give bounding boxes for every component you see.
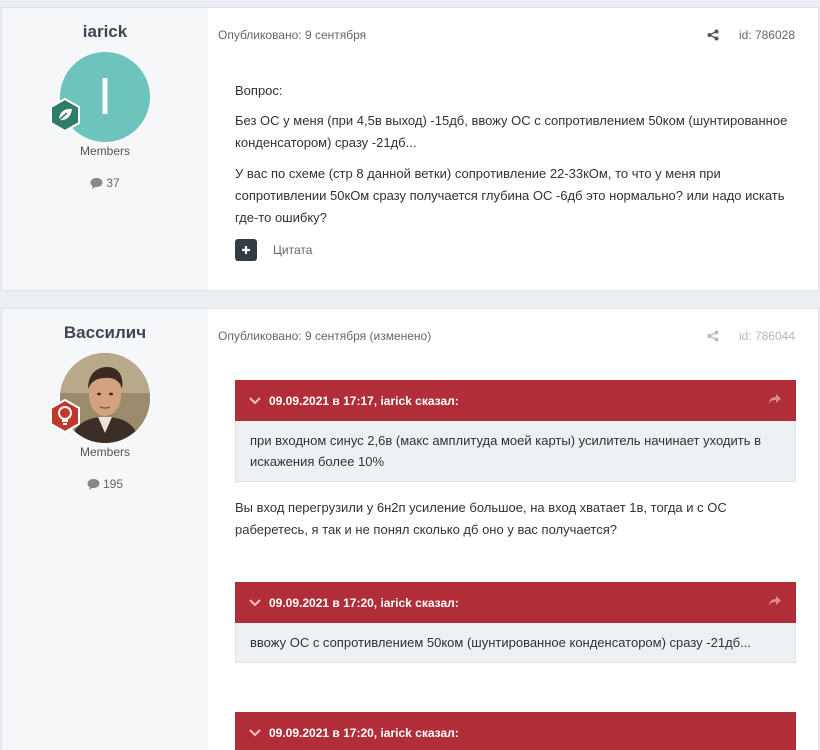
author-name[interactable]: iarick bbox=[2, 22, 208, 42]
quote-header[interactable]: 09.09.2021 в 17:17, iarick сказал: bbox=[235, 380, 796, 421]
post-count: 37 bbox=[2, 176, 208, 190]
quote-button[interactable]: Цитата bbox=[273, 243, 312, 257]
published-date[interactable]: Опубликовано: 9 сентября bbox=[218, 28, 366, 42]
post-content: Опубликовано: 9 сентября id: 786028 Вопр… bbox=[208, 8, 818, 290]
author-name[interactable]: Вассилич bbox=[2, 323, 208, 343]
multiquote-button[interactable] bbox=[235, 239, 257, 261]
go-to-quote-icon[interactable] bbox=[768, 393, 782, 405]
comment-icon bbox=[90, 178, 103, 189]
post-id: id: 786044 bbox=[738, 329, 795, 343]
lightbulb-badge-icon bbox=[50, 399, 80, 433]
post-count: 195 bbox=[2, 477, 208, 491]
post-count-value: 37 bbox=[106, 176, 120, 190]
post-meta-right: id: 786028 bbox=[707, 28, 795, 42]
post-meta-right: id: 786044 bbox=[707, 329, 795, 343]
quote-author-line: 09.09.2021 в 17:20, iarick сказал: bbox=[269, 595, 459, 610]
quote-author-line: 09.09.2021 в 17:20, iarick сказал: bbox=[269, 725, 459, 740]
post-paragraph: Без ОС у меня (при 4,5в выход) -15дб, вв… bbox=[235, 113, 788, 150]
share-icon[interactable] bbox=[707, 330, 719, 342]
share-icon[interactable] bbox=[707, 29, 719, 41]
published-date[interactable]: Опубликовано: 9 сентября (изменено) bbox=[218, 329, 431, 343]
post-paragraph: Вы вход перегрузили у 6н2п усиление боль… bbox=[235, 500, 727, 537]
quote-header[interactable]: 09.09.2021 в 17:20, iarick сказал: bbox=[235, 712, 796, 750]
quote-block: 09.09.2021 в 17:20, iarick сказал: ввожу… bbox=[235, 582, 796, 663]
quote-block: 09.09.2021 в 17:20, iarick сказал: bbox=[235, 712, 796, 750]
chevron-down-icon[interactable] bbox=[249, 598, 261, 607]
avatar[interactable] bbox=[50, 353, 150, 443]
go-to-quote-icon[interactable] bbox=[768, 595, 782, 607]
post-content: Опубликовано: 9 сентября (изменено) id: … bbox=[208, 309, 818, 750]
post-paragraph: У вас по схеме (стр 8 данной ветки) сопр… bbox=[235, 166, 785, 225]
author-panel: Вассилич Members 195 bbox=[2, 309, 208, 750]
member-group: Members bbox=[79, 445, 130, 459]
post-786044: Вассилич Members 195 Опубликовано: 9 сен… bbox=[1, 308, 819, 750]
comment-icon bbox=[87, 479, 100, 490]
post-count-value: 195 bbox=[102, 477, 124, 491]
chevron-down-icon[interactable] bbox=[249, 396, 261, 405]
chevron-down-icon[interactable] bbox=[249, 728, 261, 737]
plus-icon bbox=[242, 246, 250, 254]
leaf-badge-icon bbox=[50, 98, 80, 132]
avatar[interactable]: I bbox=[50, 52, 150, 142]
author-panel: iarick I Members 37 bbox=[2, 8, 208, 290]
post-id: id: 786028 bbox=[738, 28, 795, 42]
quote-body: ввожу ОС с сопротивлением 50ком (шунтиро… bbox=[235, 623, 796, 663]
quote-actions: Цитата bbox=[235, 239, 312, 261]
post-paragraph: Вопрос: bbox=[235, 83, 283, 98]
member-group: Members bbox=[79, 144, 130, 158]
quote-header[interactable]: 09.09.2021 в 17:20, iarick сказал: bbox=[235, 582, 796, 623]
quote-block: 09.09.2021 в 17:17, iarick сказал: при в… bbox=[235, 380, 796, 482]
post-786028: iarick I Members 37 Опубликовано: 9 сент… bbox=[1, 7, 819, 291]
quote-author-line: 09.09.2021 в 17:17, iarick сказал: bbox=[269, 393, 459, 408]
quote-body: при входном синус 2,6в (макс амплитуда м… bbox=[235, 421, 796, 482]
